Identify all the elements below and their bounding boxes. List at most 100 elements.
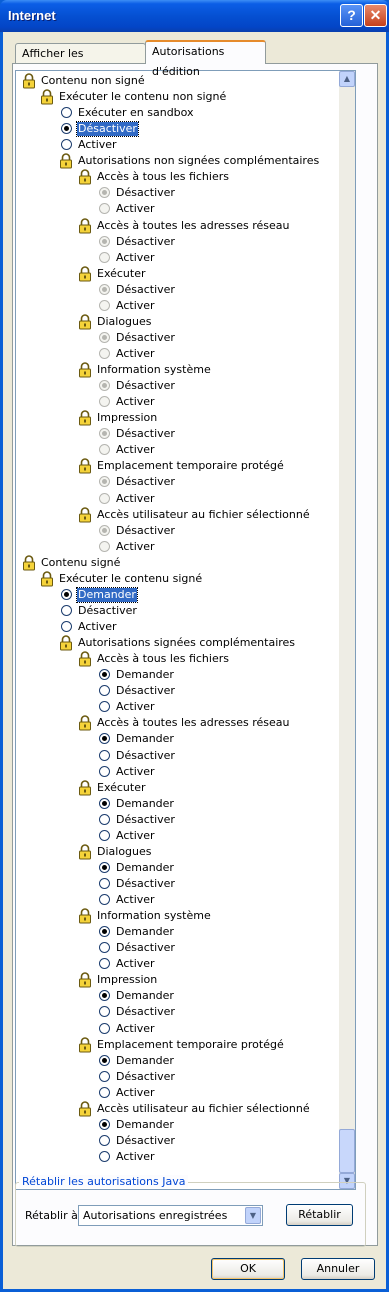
title-bar[interactable]: Internet ? ✕ [0,0,389,32]
lock-icon [78,844,92,860]
permissions-tree[interactable]: Activer Désactiver Demander Accès utilisate… [15,70,356,1190]
lock-icon [22,555,36,571]
tree-node-label: Contenu non signé [41,74,145,87]
radio-checked-icon[interactable] [99,798,110,809]
radio-unchecked-icon[interactable] [99,750,110,761]
tree-option-label: Activer [116,540,155,553]
radio-unchecked-icon [99,348,110,359]
chevron-down-icon[interactable]: ▼ [245,1207,261,1224]
tree-option-label: Désactiver [116,749,175,762]
reset-to-value: Autorisations enregistrées [83,1209,228,1222]
reset-button[interactable]: Rétablir [286,1204,353,1226]
radio-checked-icon[interactable] [99,1055,110,1066]
lock-icon [78,908,92,924]
radio-unchecked-icon [99,203,110,214]
ok-button[interactable]: OK [211,1258,285,1280]
tree-option-label: Activer [116,395,155,408]
tab-afficher-autorisations[interactable]: Afficher les autorisations [15,43,146,79]
tree-option-label: Demander [116,668,174,681]
tree-option-label: Demander [76,587,138,603]
lock-icon [59,635,73,651]
radio-unchecked-icon[interactable] [99,1087,110,1098]
radio-checked-icon [99,236,110,247]
lock-icon [78,266,92,282]
tree-option-label: Activer [116,765,155,778]
cancel-button[interactable]: Annuler [301,1258,375,1280]
tree-option-label: Exécuter en sandbox [78,106,194,119]
tree-node-label: Autorisations signées complémentaires [78,636,296,649]
lock-icon [78,1101,92,1117]
radio-unchecked-icon [99,493,110,504]
scroll-thumb[interactable] [339,1129,355,1173]
tree-option-label: Désactiver [116,1070,175,1083]
radio-checked-icon[interactable] [99,669,110,680]
tree-node-label: Autorisations non signées complémentaire… [78,154,320,167]
tree-option-label: Désactiver [116,1005,175,1018]
lock-icon [59,153,73,169]
radio-checked-icon[interactable] [61,123,72,134]
tree-option-label: Demander [116,1054,174,1067]
radio-checked-icon [99,476,110,487]
tree-option-label: Activer [116,202,155,215]
radio-checked-icon[interactable] [99,990,110,1001]
tree-option-label: Demander [116,797,174,810]
radio-unchecked-icon[interactable] [61,621,72,632]
radio-checked-icon[interactable] [99,733,110,744]
dialog-window: Internet ? ✕ Afficher les autorisations … [0,0,389,1292]
tree-option-label: Activer [116,1022,155,1035]
radio-checked-icon [99,332,110,343]
tree-option-label: Désactiver [116,941,175,954]
radio-unchecked-icon[interactable] [61,605,72,616]
radio-unchecked-icon[interactable] [99,1135,110,1146]
radio-unchecked-icon[interactable] [99,942,110,953]
radio-unchecked-icon[interactable] [99,685,110,696]
radio-checked-icon[interactable] [99,926,110,937]
tree-node-label: Exécuter [97,781,146,794]
tree-node-label: Accès utilisateur au fichier sélectionné [97,1102,310,1115]
lock-icon [40,89,54,105]
radio-checked-icon [99,284,110,295]
radio-unchecked-icon[interactable] [99,958,110,969]
tree-node-label: Impression [97,973,158,986]
radio-unchecked-icon[interactable] [99,701,110,712]
radio-unchecked-icon[interactable] [99,894,110,905]
lock-icon [78,169,92,185]
tree-node-label: Contenu signé [41,556,121,569]
radio-unchecked-icon[interactable] [99,1151,110,1162]
help-button[interactable]: ? [340,4,363,27]
lock-icon [78,362,92,378]
radio-unchecked-icon[interactable] [99,1071,110,1082]
radio-unchecked-icon[interactable] [99,766,110,777]
tree-node-label: Information système [97,363,211,376]
radio-unchecked-icon[interactable] [99,830,110,841]
lock-icon [78,218,92,234]
tree-option-label: Désactiver [116,813,175,826]
tree-option-label: Activer [116,957,155,970]
lock-icon [78,314,92,330]
radio-checked-icon [99,380,110,391]
radio-unchecked-icon[interactable] [99,878,110,889]
tree-option-label: Désactiver [116,1134,175,1147]
radio-unchecked-icon [99,300,110,311]
tree-option-label: Activer [116,492,155,505]
lock-icon [78,651,92,667]
close-button[interactable]: ✕ [364,4,387,27]
vertical-scrollbar[interactable]: ▲ ▼ [339,71,355,1189]
tree-node-label: Accès à toutes les adresses réseau [97,219,290,232]
tree-option-label: Activer [116,893,155,906]
tree-option-label: Activer [116,251,155,264]
dialog-client-area: Afficher les autorisations Autorisations… [3,32,386,1289]
reset-to-select[interactable]: Autorisations enregistrées ▼ [78,1205,263,1226]
radio-unchecked-icon[interactable] [99,1006,110,1017]
radio-unchecked-icon[interactable] [99,1023,110,1034]
radio-checked-icon[interactable] [61,589,72,600]
radio-unchecked-icon[interactable] [61,139,72,150]
scroll-up-button[interactable]: ▲ [339,71,355,87]
tree-node-label: Exécuter le contenu non signé [59,90,227,103]
radio-unchecked-icon[interactable] [99,814,110,825]
radio-checked-icon[interactable] [99,862,110,873]
tree-option-label: Demander [116,925,174,938]
tab-autorisations-edition[interactable]: Autorisations d'édition [145,40,266,78]
radio-unchecked-icon[interactable] [61,107,72,118]
radio-checked-icon[interactable] [99,1119,110,1130]
